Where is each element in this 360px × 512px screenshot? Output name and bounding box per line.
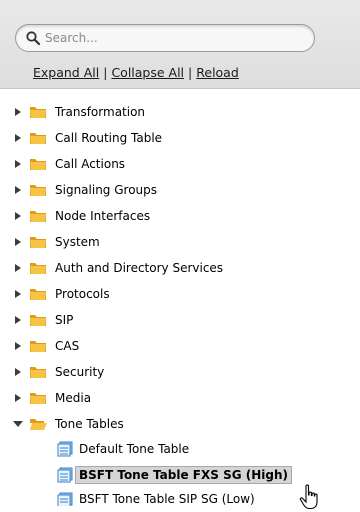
tree-node-label[interactable]: Node Interfaces	[55, 209, 150, 223]
separator: |	[103, 65, 108, 80]
expand-arrow-icon[interactable]	[12, 340, 24, 352]
tree-leaf-label[interactable]: Default Tone Table	[79, 442, 189, 456]
table-icon	[57, 467, 73, 483]
tree-node-protocols[interactable]: Protocols	[12, 282, 110, 306]
collapse-arrow-icon[interactable]	[12, 418, 24, 430]
reload-link[interactable]: Reload	[196, 65, 239, 80]
tree-leaf-default-tone-table[interactable]: Default Tone Table	[57, 438, 189, 460]
folder-icon	[30, 315, 46, 326]
open-folder-icon	[30, 419, 47, 430]
tree-node-label[interactable]: System	[55, 235, 100, 249]
expand-arrow-icon[interactable]	[12, 366, 24, 378]
expand-arrow-icon[interactable]	[12, 392, 24, 404]
folder-icon	[30, 393, 46, 404]
expand-arrow-icon[interactable]	[12, 158, 24, 170]
tree-node-label[interactable]: Protocols	[55, 287, 110, 301]
expand-arrow-icon[interactable]	[12, 184, 24, 196]
expand-arrow-icon[interactable]	[12, 132, 24, 144]
tree-node-label[interactable]: Call Routing Table	[55, 131, 162, 145]
search-box[interactable]	[15, 24, 315, 52]
tree-node-label[interactable]: Media	[55, 391, 91, 405]
folder-icon	[30, 133, 46, 144]
expand-arrow-icon[interactable]	[12, 262, 24, 274]
tree-node-transformation[interactable]: Transformation	[12, 100, 145, 124]
tree-node-label[interactable]: SIP	[55, 313, 73, 327]
separator: |	[188, 65, 193, 80]
tree-node-sip[interactable]: SIP	[12, 308, 73, 332]
folder-icon	[30, 185, 46, 196]
tree-node-label[interactable]: Tone Tables	[55, 417, 124, 431]
tree-leaf-bsft-tone-table-sip-sg-low[interactable]: BSFT Tone Table SIP SG (Low)	[57, 488, 255, 506]
table-icon	[57, 441, 73, 457]
tree-leaf-label[interactable]: BSFT Tone Table FXS SG (High)	[75, 466, 292, 484]
expand-arrow-icon[interactable]	[12, 106, 24, 118]
search-input[interactable]	[45, 28, 300, 48]
tree-node-signaling-groups[interactable]: Signaling Groups	[12, 178, 157, 202]
hand-pointer-icon	[299, 484, 318, 510]
tree-node-media[interactable]: Media	[12, 386, 91, 410]
folder-icon	[30, 367, 46, 378]
tree-leaf-label[interactable]: BSFT Tone Table SIP SG (Low)	[79, 492, 255, 506]
folder-icon	[30, 107, 46, 118]
expand-arrow-icon[interactable]	[12, 314, 24, 326]
expand-all-link[interactable]: Expand All	[33, 65, 99, 80]
tree-node-label[interactable]: Auth and Directory Services	[55, 261, 223, 275]
navigation-header: Expand All|Collapse All|Reload	[0, 0, 360, 89]
tree-node-label[interactable]: Signaling Groups	[55, 183, 157, 197]
tree-node-call-actions[interactable]: Call Actions	[12, 152, 125, 176]
tree-node-system[interactable]: System	[12, 230, 100, 254]
folder-icon	[30, 211, 46, 222]
search-icon	[26, 31, 41, 46]
expand-arrow-icon[interactable]	[12, 210, 24, 222]
tree-node-call-routing-table[interactable]: Call Routing Table	[12, 126, 162, 150]
expand-arrow-icon[interactable]	[12, 236, 24, 248]
tree-node-label[interactable]: Transformation	[55, 105, 145, 119]
tree-leaf-bsft-tone-table-fxs-sg-high[interactable]: BSFT Tone Table FXS SG (High)	[57, 464, 292, 486]
tree-actions: Expand All | Collapse All | Reload	[33, 65, 239, 80]
tree-node-label[interactable]: CAS	[55, 339, 79, 353]
folder-icon	[30, 237, 46, 248]
folder-icon	[30, 341, 46, 352]
tree-node-auth-and-directory-services[interactable]: Auth and Directory Services	[12, 256, 223, 280]
folder-icon	[30, 263, 46, 274]
tree-node-label[interactable]: Security	[55, 365, 104, 379]
tree-node-cas[interactable]: CAS	[12, 334, 79, 358]
tree-node-security[interactable]: Security	[12, 360, 104, 384]
folder-icon	[30, 289, 46, 300]
tree-node-label[interactable]: Call Actions	[55, 157, 125, 171]
collapse-all-link[interactable]: Collapse All	[111, 65, 184, 80]
expand-arrow-icon[interactable]	[12, 288, 24, 300]
tree-node-tone-tables[interactable]: Tone Tables	[12, 412, 124, 436]
tree-node-node-interfaces[interactable]: Node Interfaces	[12, 204, 150, 228]
table-icon	[57, 492, 73, 506]
folder-icon	[30, 159, 46, 170]
